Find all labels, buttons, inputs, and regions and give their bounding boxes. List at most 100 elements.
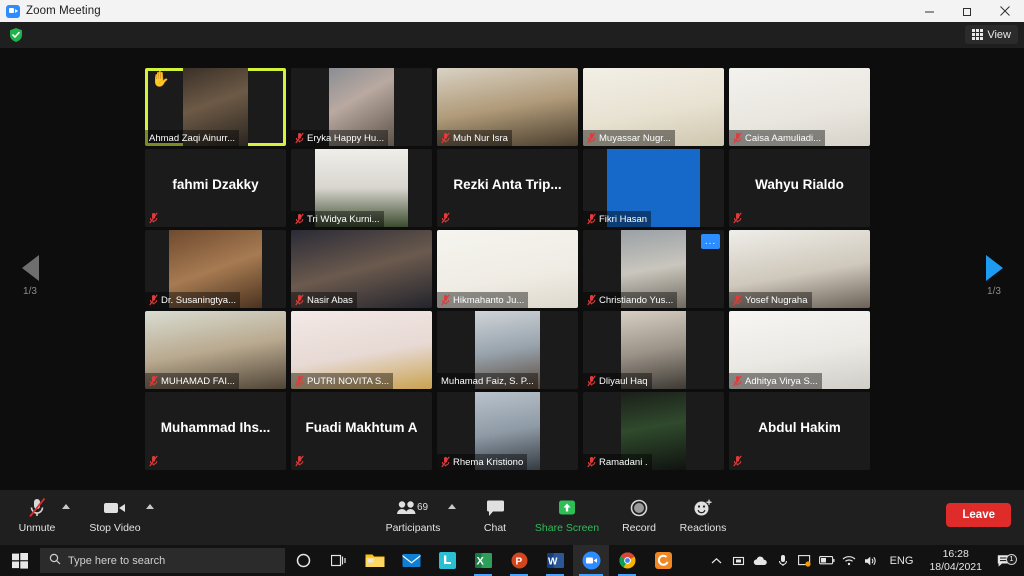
participant-name-bar: Yosef Nugraha <box>729 292 812 308</box>
participant-more-menu-button[interactable]: ... <box>701 234 720 249</box>
orange-app-icon[interactable] <box>645 545 681 576</box>
grid-view-icon <box>972 29 984 40</box>
unmute-button[interactable]: Unmute <box>14 496 60 540</box>
participant-name: Dliyaul Haq <box>599 375 648 387</box>
participant-tile[interactable]: PUTRI NOVITA S... <box>291 311 432 389</box>
mail-icon[interactable] <box>393 545 429 576</box>
chevron-left-icon <box>21 255 39 281</box>
window-title: Zoom Meeting <box>26 5 101 17</box>
cortana-icon[interactable] <box>285 545 321 576</box>
encryption-shield-icon[interactable] <box>8 27 24 43</box>
share-screen-button[interactable]: Share Screen <box>530 496 604 540</box>
participant-tile[interactable]: ✋ Ahmad Zaqi Ainurr... <box>145 68 286 146</box>
participant-tile[interactable]: Muh Nur Isra <box>437 68 578 146</box>
participant-tile[interactable]: Fuadi Makhtum A <box>291 392 432 470</box>
task-view-icon[interactable] <box>321 545 357 576</box>
participant-name: Wahyu Rialdo <box>755 176 844 192</box>
audio-options-caret[interactable] <box>62 504 70 509</box>
participant-name-bar: Eryka Happy Hu... <box>291 130 389 146</box>
speech-bubble-icon <box>486 496 505 520</box>
reactions-label: Reactions <box>679 522 727 534</box>
participant-name: fahmi Dzakky <box>172 176 259 192</box>
close-button[interactable] <box>986 0 1024 22</box>
participant-tile[interactable]: Muhamad Faiz, S. P... <box>437 311 578 389</box>
participant-name-bar: Ramadani . <box>583 454 652 470</box>
participant-tile[interactable]: Hikmahanto Ju... <box>437 230 578 308</box>
search-input[interactable]: Type here to search <box>40 548 285 573</box>
tray-meeting-icon[interactable] <box>728 555 750 567</box>
stop-video-button[interactable]: Stop Video <box>85 496 145 540</box>
clock-date: 18/04/2021 <box>929 560 982 573</box>
participant-tile[interactable]: Abdul Hakim <box>729 392 870 470</box>
file-explorer-icon[interactable] <box>357 545 393 576</box>
unmute-label: Unmute <box>18 522 56 534</box>
people-icon: 69 <box>396 496 430 520</box>
participant-tile[interactable]: ... Christiando Yus... <box>583 230 724 308</box>
battery-icon[interactable] <box>816 556 838 565</box>
participant-tile[interactable]: Ramadani . <box>583 392 724 470</box>
reactions-button[interactable]: Reactions <box>675 496 731 540</box>
participant-tile[interactable]: Fikri Hasan <box>583 149 724 227</box>
participant-tile[interactable]: Rhema Kristiono <box>437 392 578 470</box>
line-app-icon[interactable] <box>429 545 465 576</box>
minimize-button[interactable] <box>910 0 948 22</box>
muted-microphone-icon <box>587 132 596 144</box>
excel-icon[interactable]: X <box>465 545 501 576</box>
previous-page-button[interactable]: 1/3 <box>0 255 60 297</box>
record-button[interactable]: Record <box>613 496 665 540</box>
view-button[interactable]: View <box>965 25 1018 44</box>
next-page-button[interactable]: 1/3 <box>964 255 1024 297</box>
participant-tile[interactable]: fahmi Dzakky <box>145 149 286 227</box>
search-icon <box>49 553 61 568</box>
onedrive-cloud-icon[interactable] <box>750 556 772 566</box>
participant-name: Ahmad Zaqi Ainurr... <box>149 132 236 144</box>
participant-name: Muyassar Nugr... <box>599 132 671 144</box>
participant-tile[interactable]: Dliyaul Haq <box>583 311 724 389</box>
participant-tile[interactable]: Adhitya Virya S... <box>729 311 870 389</box>
next-page-label: 1/3 <box>987 286 1001 297</box>
participant-tile[interactable]: Caisa Aamuliadi... <box>729 68 870 146</box>
display-settings-icon[interactable] <box>794 554 816 567</box>
window-title-bar: Zoom Meeting <box>0 0 1024 22</box>
participant-name-bar: PUTRI NOVITA S... <box>291 373 394 389</box>
chat-button[interactable]: Chat <box>473 496 517 540</box>
action-center-icon[interactable]: 1 <box>990 553 1020 568</box>
muted-microphone-icon <box>733 375 742 387</box>
windows-start-icon[interactable] <box>0 545 40 576</box>
participant-tile[interactable]: Rezki Anta Trip... <box>437 149 578 227</box>
participant-tile[interactable]: Dr. Susaningtya... <box>145 230 286 308</box>
wifi-icon[interactable] <box>838 555 860 566</box>
volume-icon[interactable] <box>860 555 882 567</box>
maximize-button[interactable] <box>948 0 986 22</box>
zoom-icon[interactable] <box>573 545 609 576</box>
participant-tile[interactable]: Nasir Abas <box>291 230 432 308</box>
microphone-tray-icon[interactable] <box>772 554 794 567</box>
word-icon[interactable]: W <box>537 545 573 576</box>
participant-tile[interactable]: Tri Widya Kurni... <box>291 149 432 227</box>
clock[interactable]: 16:28 18/04/2021 <box>921 548 990 574</box>
muted-microphone-icon <box>587 375 596 387</box>
participant-tile[interactable]: Eryka Happy Hu... <box>291 68 432 146</box>
participants-options-caret[interactable] <box>448 504 456 509</box>
participant-name: Muhamad Faiz, S. P... <box>441 375 534 387</box>
participant-tile[interactable]: MUHAMAD FAI... <box>145 311 286 389</box>
muted-microphone-icon <box>441 132 450 144</box>
participant-tile[interactable]: Muyassar Nugr... <box>583 68 724 146</box>
leave-button[interactable]: Leave <box>946 503 1011 527</box>
participant-name-bar: Tri Widya Kurni... <box>291 211 384 227</box>
powerpoint-icon[interactable]: P <box>501 545 537 576</box>
participant-tile[interactable]: Wahyu Rialdo <box>729 149 870 227</box>
muted-microphone-icon <box>587 294 596 306</box>
participant-tile[interactable]: Yosef Nugraha <box>729 230 870 308</box>
participant-name-bar: Nasir Abas <box>291 292 357 308</box>
view-button-label: View <box>987 28 1011 41</box>
participants-button[interactable]: 69 Participants <box>384 496 442 540</box>
participant-name: PUTRI NOVITA S... <box>307 375 390 387</box>
participant-tile[interactable]: Muhammad Ihs... <box>145 392 286 470</box>
video-options-caret[interactable] <box>146 504 154 509</box>
participant-name: Yosef Nugraha <box>745 294 808 306</box>
chevron-up-icon[interactable] <box>706 557 728 565</box>
language-indicator[interactable]: ENG <box>882 555 922 567</box>
record-label: Record <box>622 522 656 534</box>
chrome-icon[interactable] <box>609 545 645 576</box>
